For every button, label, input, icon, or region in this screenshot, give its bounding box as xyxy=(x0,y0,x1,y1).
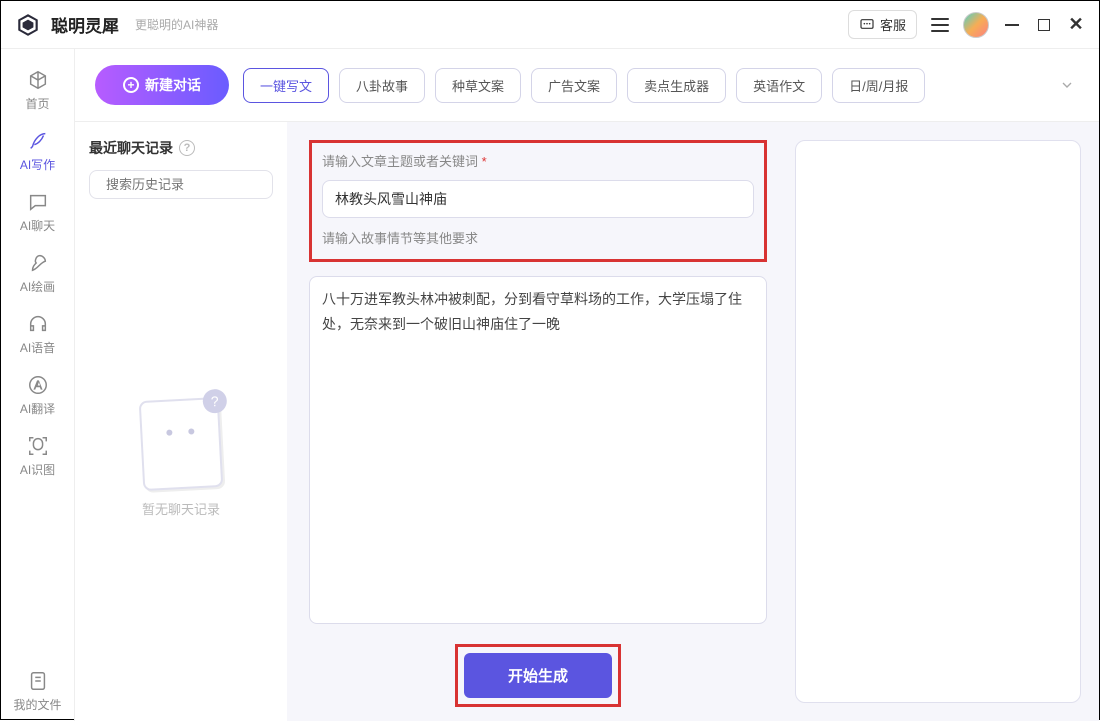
topic-label: 请输入文章主题或者关键词 * xyxy=(322,151,754,170)
tab-english[interactable]: 英语作文 xyxy=(736,68,822,103)
title-bar: 聪明灵犀 更聪明的AI神器 客服 ✕ xyxy=(1,1,1099,49)
sidebar-item-image[interactable]: AI识图 xyxy=(8,427,68,486)
sidebar-item-voice[interactable]: AI语音 xyxy=(8,305,68,364)
sidebar-item-files[interactable]: 我的文件 xyxy=(8,662,68,721)
chat-icon xyxy=(859,17,875,33)
sidebar-item-label: AI语音 xyxy=(20,339,55,356)
app-subtitle: 更聪明的AI神器 xyxy=(135,16,218,33)
category-tabs: 一键写文 八卦故事 种草文案 广告文案 卖点生成器 英语作文 日/周/月报 xyxy=(243,68,1041,103)
window-close-button[interactable]: ✕ xyxy=(1067,16,1085,34)
sidebar-item-translate[interactable]: AI翻译 xyxy=(8,366,68,425)
sidebar-item-write[interactable]: AI写作 xyxy=(8,122,68,181)
sidebar: 首页 AI写作 AI聊天 AI绘画 AI语音 AI翻译 AI识图 我 xyxy=(1,49,75,721)
customer-service-button[interactable]: 客服 xyxy=(848,10,917,39)
highlight-inputs: 请输入文章主题或者关键词 * 请输入故事情节等其他要求 xyxy=(309,140,767,262)
translate-icon xyxy=(27,374,49,396)
cube-icon xyxy=(27,69,49,91)
help-icon[interactable]: ? xyxy=(179,140,195,156)
highlight-button: 开始生成 xyxy=(455,644,621,707)
feather-icon xyxy=(27,130,49,152)
new-chat-button[interactable]: + 新建对话 xyxy=(95,65,229,105)
sidebar-item-home[interactable]: 首页 xyxy=(8,61,68,120)
app-logo-icon xyxy=(15,12,41,38)
tab-gossip[interactable]: 八卦故事 xyxy=(339,68,425,103)
empty-icon xyxy=(139,396,224,490)
menu-icon[interactable] xyxy=(931,18,949,32)
chat-bubble-icon xyxy=(27,191,49,213)
headphone-icon xyxy=(27,313,49,335)
new-chat-label: 新建对话 xyxy=(145,75,201,95)
sidebar-item-label: AI聊天 xyxy=(20,217,55,234)
tab-sellingpoint[interactable]: 卖点生成器 xyxy=(627,68,726,103)
history-search[interactable] xyxy=(89,170,273,199)
tab-seed[interactable]: 种草文案 xyxy=(435,68,521,103)
plus-icon: + xyxy=(123,77,139,93)
image-scan-icon xyxy=(27,435,49,457)
customer-service-label: 客服 xyxy=(880,15,906,34)
avatar[interactable] xyxy=(963,12,989,38)
tab-oneclick[interactable]: 一键写文 xyxy=(243,68,329,103)
expand-tabs-button[interactable] xyxy=(1055,73,1079,97)
generate-button[interactable]: 开始生成 xyxy=(464,653,612,698)
topic-input[interactable] xyxy=(322,180,754,218)
file-icon xyxy=(27,670,49,692)
empty-label: 暂无聊天记录 xyxy=(142,499,220,518)
tab-report[interactable]: 日/周/月报 xyxy=(832,68,925,103)
sidebar-item-chat[interactable]: AI聊天 xyxy=(8,183,68,242)
sidebar-item-label: AI识图 xyxy=(20,461,55,478)
history-title: 最近聊天记录 ? xyxy=(89,138,273,158)
empty-history: 暂无聊天记录 xyxy=(89,211,273,705)
chevron-down-icon xyxy=(1059,77,1075,93)
form-panel: 请输入文章主题或者关键词 * 请输入故事情节等其他要求 开始生成 xyxy=(287,122,789,721)
app-title: 聪明灵犀 xyxy=(51,12,119,37)
sidebar-item-label: AI翻译 xyxy=(20,400,55,417)
window-minimize-button[interactable] xyxy=(1003,16,1021,34)
tab-ad[interactable]: 广告文案 xyxy=(531,68,617,103)
detail-label: 请输入故事情节等其他要求 xyxy=(322,228,754,247)
toolbar: + 新建对话 一键写文 八卦故事 种草文案 广告文案 卖点生成器 英语作文 日/… xyxy=(75,49,1099,122)
sidebar-item-draw[interactable]: AI绘画 xyxy=(8,244,68,303)
brush-icon xyxy=(27,252,49,274)
sidebar-item-label: 首页 xyxy=(25,95,49,112)
history-panel: 最近聊天记录 ? 暂无聊天记录 xyxy=(75,122,287,721)
window-maximize-button[interactable] xyxy=(1035,16,1053,34)
search-input[interactable] xyxy=(106,177,282,192)
sidebar-item-label: AI绘画 xyxy=(20,278,55,295)
sidebar-item-label: AI写作 xyxy=(20,156,55,173)
output-panel xyxy=(795,140,1081,703)
detail-textarea[interactable] xyxy=(309,276,767,624)
sidebar-item-label: 我的文件 xyxy=(13,696,61,713)
output-column xyxy=(789,122,1099,721)
